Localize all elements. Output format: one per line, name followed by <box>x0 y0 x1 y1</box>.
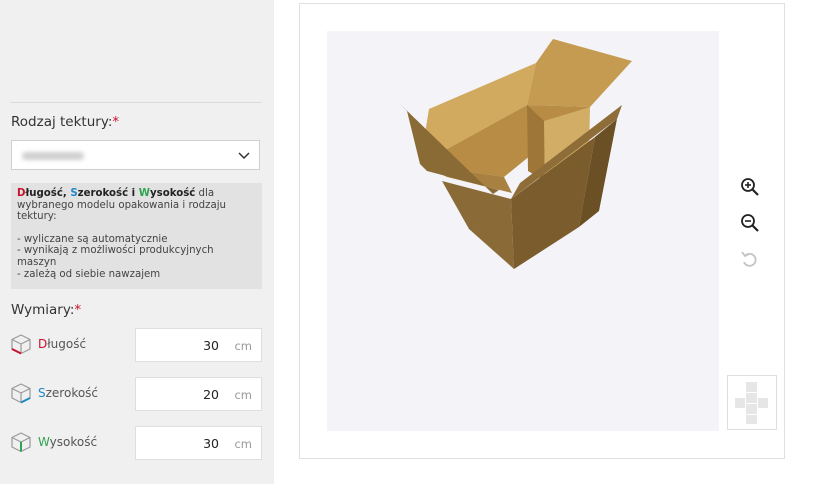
box-length-icon <box>11 334 31 355</box>
box-back-right-flap <box>527 39 632 107</box>
info-bullet: - zależą od siebie nawzajem <box>17 268 161 280</box>
dimension-row-width: Szerokość 20 cm <box>10 377 262 411</box>
box-net-icon <box>735 382 768 424</box>
height-input[interactable]: 30 cm <box>135 426 262 460</box>
info-bullet: - wyliczane są automatycznie <box>17 233 168 245</box>
divider <box>10 102 262 103</box>
required-mark: * <box>74 302 82 318</box>
info-text: Długość, Szerokość i Wysokość dla wybran… <box>17 188 227 223</box>
width-label: Szerokość <box>38 386 99 400</box>
length-input[interactable]: 30 cm <box>135 328 262 362</box>
height-value: 30 <box>203 436 219 451</box>
zoom-out-icon[interactable] <box>739 212 761 234</box>
cardboard-type-select[interactable] <box>11 140 260 170</box>
width-unit: cm <box>234 388 252 402</box>
box-height-icon <box>11 432 31 453</box>
info-bullet: - wynikają z możliwości produkcyjnych ma… <box>17 245 214 268</box>
3d-preview-panel <box>299 3 785 459</box>
height-unit: cm <box>234 437 252 451</box>
required-mark: * <box>112 114 120 130</box>
length-label: Długość <box>38 337 87 351</box>
dimensions-info-box: Długość, Szerokość i Wysokość dla wybran… <box>11 183 262 289</box>
cardboard-type-label: Rodzaj tektury:* <box>11 114 120 130</box>
zoom-in-icon[interactable] <box>739 176 761 198</box>
chevron-down-icon <box>238 152 250 160</box>
width-input[interactable]: 20 cm <box>135 377 262 411</box>
height-label: Wysokość <box>38 435 98 449</box>
open-box-model <box>400 39 632 269</box>
box-width-icon <box>11 383 31 404</box>
3d-preview-canvas[interactable] <box>327 31 719 431</box>
dimension-row-length: Długość 30 cm <box>10 328 262 362</box>
box-net-view-button[interactable] <box>727 375 777 430</box>
length-value: 30 <box>203 338 219 353</box>
cardboard-type-value <box>22 152 84 160</box>
dimensions-label: Wymiary:* <box>11 302 82 318</box>
dimension-row-height: Wysokość 30 cm <box>10 426 262 460</box>
configurator-sidebar: Rodzaj tektury:* Długość, Szerokość i Wy… <box>0 0 274 484</box>
box-front-left-face <box>442 181 514 269</box>
length-unit: cm <box>234 339 252 353</box>
reset-view-icon[interactable] <box>739 248 761 270</box>
width-value: 20 <box>203 387 219 402</box>
